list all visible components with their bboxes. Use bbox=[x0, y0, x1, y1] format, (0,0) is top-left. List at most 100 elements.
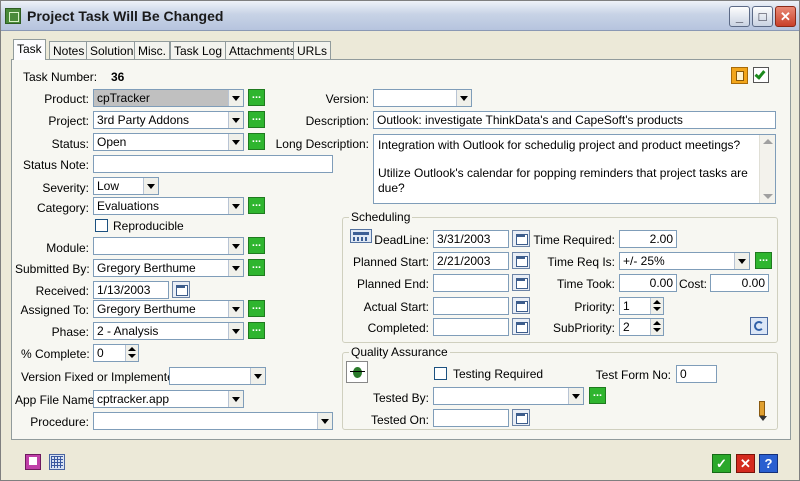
clipboard-icon[interactable] bbox=[731, 67, 748, 84]
status-combo[interactable]: Open bbox=[93, 133, 244, 151]
tab-task[interactable]: Task bbox=[13, 39, 46, 60]
app-file-label: App File Name: bbox=[15, 393, 98, 407]
window-title: Project Task Will Be Changed bbox=[27, 8, 224, 24]
tab-misc[interactable]: Misc. bbox=[134, 41, 170, 59]
title-bar[interactable]: Project Task Will Be Changed _ □ ✕ bbox=[1, 1, 799, 31]
grid-icon[interactable] bbox=[49, 454, 65, 470]
actual-start-field[interactable] bbox=[433, 297, 509, 315]
assigned-to-lookup-button[interactable]: ... bbox=[248, 300, 265, 317]
procedure-combo[interactable] bbox=[93, 412, 333, 430]
pencil-icon[interactable] bbox=[755, 401, 769, 421]
calendar-icon[interactable] bbox=[512, 409, 530, 426]
cost-field[interactable]: 0.00 bbox=[710, 274, 769, 292]
chevron-down-icon[interactable] bbox=[228, 134, 243, 150]
phase-combo[interactable]: 2 - Analysis bbox=[93, 322, 244, 340]
project-combo[interactable]: 3rd Party Addons bbox=[93, 111, 244, 129]
test-form-field[interactable]: 0 bbox=[676, 365, 717, 383]
minimize-button[interactable]: _ bbox=[729, 6, 750, 27]
assigned-to-value: Gregory Berthume bbox=[97, 302, 196, 316]
chevron-down-icon[interactable] bbox=[250, 368, 265, 384]
print-icon[interactable] bbox=[25, 454, 41, 470]
tab-attachments[interactable]: Attachments bbox=[225, 41, 300, 59]
tested-by-label: Tested By: bbox=[372, 391, 429, 405]
testing-required-checkbox[interactable] bbox=[434, 367, 447, 380]
check-icon[interactable] bbox=[753, 67, 769, 83]
tab-urls[interactable]: URLs bbox=[293, 41, 332, 59]
tested-on-field[interactable] bbox=[433, 409, 509, 427]
cancel-button[interactable]: ✕ bbox=[736, 454, 755, 473]
severity-combo[interactable]: Low bbox=[93, 177, 159, 195]
reproducible-checkbox[interactable] bbox=[95, 219, 108, 232]
chevron-down-icon[interactable] bbox=[317, 413, 332, 429]
chevron-down-icon[interactable] bbox=[734, 253, 749, 269]
calendar-icon[interactable] bbox=[512, 318, 530, 335]
priority-value: 1 bbox=[623, 299, 630, 313]
recalculate-icon[interactable] bbox=[750, 317, 768, 335]
chevron-down-icon[interactable] bbox=[456, 90, 471, 106]
calendar-icon[interactable] bbox=[512, 297, 530, 314]
time-req-lookup-button[interactable]: ... bbox=[755, 252, 772, 269]
time-req-is-combo[interactable]: +/- 25% bbox=[619, 252, 750, 270]
submitted-by-combo[interactable]: Gregory Berthume bbox=[93, 259, 244, 277]
category-combo[interactable]: Evaluations bbox=[93, 197, 244, 215]
module-lookup-button[interactable]: ... bbox=[248, 237, 265, 254]
vertical-scrollbar[interactable] bbox=[759, 135, 775, 203]
help-button[interactable]: ? bbox=[759, 454, 778, 473]
long-description-textarea[interactable]: Integration with Outlook for schedulig p… bbox=[373, 134, 776, 204]
maximize-button[interactable]: □ bbox=[752, 6, 773, 27]
chevron-down-icon[interactable] bbox=[143, 178, 158, 194]
category-lookup-button[interactable]: ... bbox=[248, 197, 265, 214]
received-field[interactable]: 1/13/2003 bbox=[93, 281, 169, 299]
description-field[interactable]: Outlook: investigate ThinkData's and Cap… bbox=[373, 111, 776, 129]
tested-by-combo[interactable] bbox=[433, 387, 584, 405]
calendar-icon[interactable] bbox=[512, 230, 530, 247]
phase-lookup-button[interactable]: ... bbox=[248, 322, 265, 339]
project-lookup-button[interactable]: ... bbox=[248, 111, 265, 128]
module-combo[interactable] bbox=[93, 237, 244, 255]
status-lookup-button[interactable]: ... bbox=[248, 133, 265, 150]
planned-start-field[interactable]: 2/21/2003 bbox=[433, 252, 509, 270]
chevron-down-icon[interactable] bbox=[228, 391, 243, 407]
chevron-down-icon[interactable] bbox=[228, 90, 243, 106]
version-combo[interactable] bbox=[373, 89, 472, 107]
chevron-down-icon[interactable] bbox=[228, 323, 243, 339]
long-description-line-2: Utilize Outlook's calendar for popping r… bbox=[378, 166, 748, 195]
tab-solution[interactable]: Solution bbox=[86, 41, 138, 59]
subpriority-spinner[interactable]: 2 bbox=[619, 318, 664, 336]
planned-end-field[interactable] bbox=[433, 274, 509, 292]
product-lookup-button[interactable]: ... bbox=[248, 89, 265, 106]
completed-field[interactable] bbox=[433, 318, 509, 336]
spinner-arrows-icon[interactable] bbox=[650, 298, 663, 314]
received-label: Received: bbox=[35, 284, 89, 298]
version-fixed-combo[interactable] bbox=[169, 367, 266, 385]
deadline-field[interactable]: 3/31/2003 bbox=[433, 230, 509, 248]
tab-task-log[interactable]: Task Log bbox=[170, 41, 227, 59]
ok-button[interactable]: ✓ bbox=[712, 454, 731, 473]
chevron-down-icon[interactable] bbox=[568, 388, 583, 404]
product-combo[interactable]: cpTracker bbox=[93, 89, 244, 107]
calendar-icon[interactable] bbox=[172, 281, 190, 298]
actual-start-label: Actual Start: bbox=[363, 300, 429, 314]
priority-spinner[interactable]: 1 bbox=[619, 297, 664, 315]
tested-by-lookup-button[interactable]: ... bbox=[589, 387, 606, 404]
spinner-arrows-icon[interactable] bbox=[125, 345, 138, 361]
time-required-field[interactable]: 2.00 bbox=[619, 230, 677, 248]
chevron-down-icon[interactable] bbox=[228, 260, 243, 276]
app-file-combo[interactable]: cptracker.app bbox=[93, 390, 244, 408]
submitted-by-label: Submitted By: bbox=[15, 262, 90, 276]
status-note-field[interactable] bbox=[93, 155, 333, 173]
chevron-down-icon[interactable] bbox=[228, 301, 243, 317]
version-label: Version: bbox=[325, 92, 369, 106]
time-took-field[interactable]: 0.00 bbox=[619, 274, 677, 292]
calendar-icon[interactable] bbox=[512, 252, 530, 269]
chevron-down-icon[interactable] bbox=[228, 112, 243, 128]
tab-notes[interactable]: Notes bbox=[49, 41, 89, 59]
complete-spinner[interactable]: 0 bbox=[93, 344, 139, 362]
spinner-arrows-icon[interactable] bbox=[650, 319, 663, 335]
submitted-by-lookup-button[interactable]: ... bbox=[248, 259, 265, 276]
assigned-to-combo[interactable]: Gregory Berthume bbox=[93, 300, 244, 318]
close-button[interactable]: ✕ bbox=[775, 6, 796, 27]
chevron-down-icon[interactable] bbox=[228, 238, 243, 254]
chevron-down-icon[interactable] bbox=[228, 198, 243, 214]
calendar-icon[interactable] bbox=[512, 274, 530, 291]
